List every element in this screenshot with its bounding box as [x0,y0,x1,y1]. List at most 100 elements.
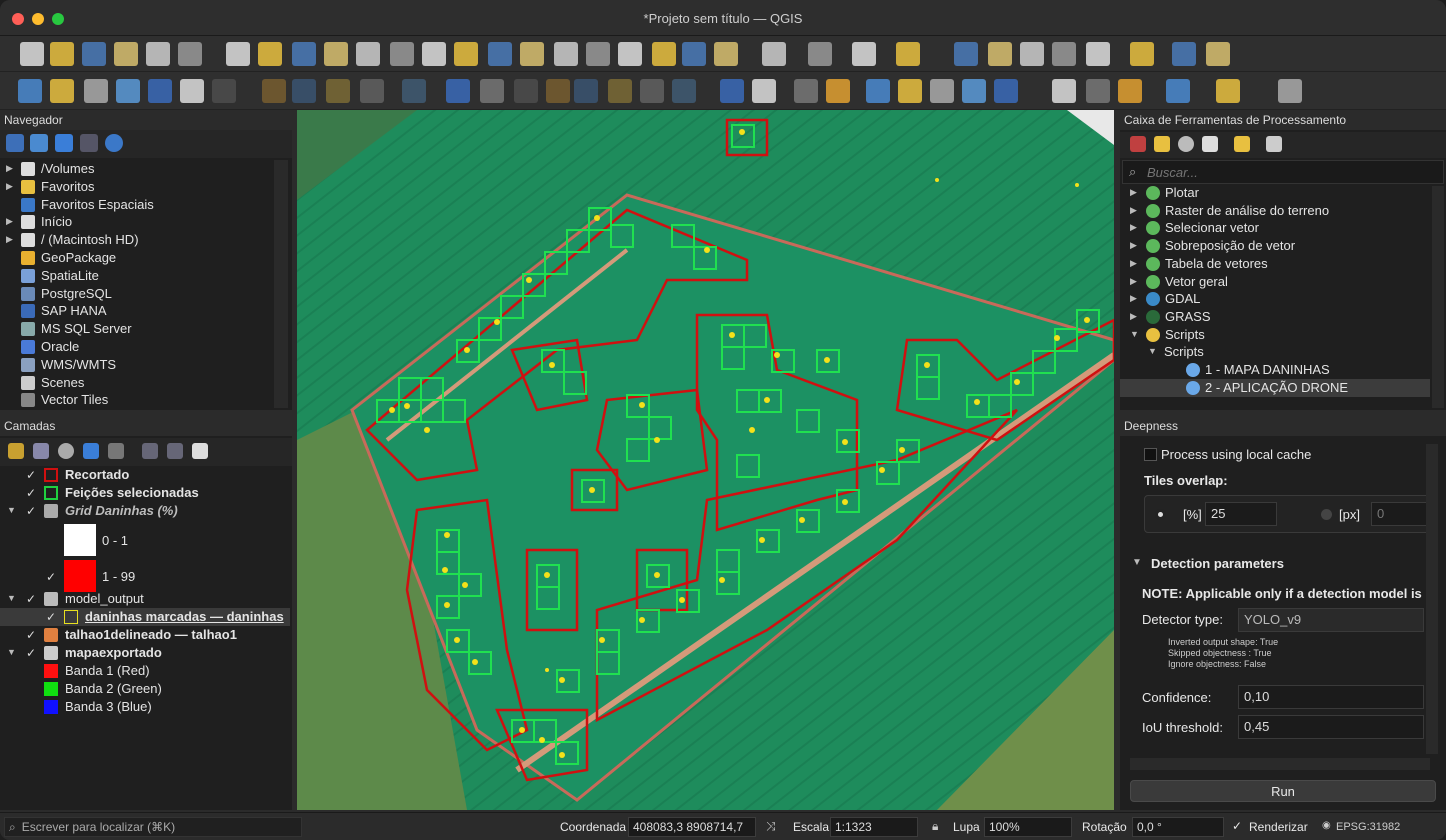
digitize-tool-22-icon[interactable] [752,79,776,103]
run-button[interactable]: Run [1130,780,1436,802]
processing-item[interactable]: ▶ GRASS [1120,308,1430,326]
processing-icon[interactable] [1020,42,1044,66]
digitize-tool-35-icon[interactable] [1278,79,1302,103]
layer-item[interactable]: ✓ Feições selecionadas [0,484,290,502]
collapse-arrow-icon[interactable]: ▼ [7,505,16,515]
layer-visibility-checkbox[interactable]: ✓ [46,570,56,584]
digitize-tool-5-icon[interactable] [148,79,172,103]
digitize-tool-21-icon[interactable] [720,79,744,103]
statistics-icon[interactable] [988,42,1012,66]
digitize-tool-3-icon[interactable] [84,79,108,103]
render-checkbox[interactable]: ✓ [1232,819,1242,833]
print-layout-icon[interactable] [146,42,170,66]
results-icon[interactable] [1202,136,1218,152]
expand-all-icon[interactable] [142,443,158,459]
visibility-icon[interactable] [58,443,74,459]
digitize-tool-13-icon[interactable] [446,79,470,103]
processing-scrollbar[interactable] [1432,186,1444,408]
layer-visibility-checkbox[interactable]: ✓ [26,468,36,482]
new-3d-view-icon[interactable] [586,42,610,66]
save-project-icon[interactable] [82,42,106,66]
confidence-input[interactable]: 0,10 [1238,685,1424,709]
processing-search-input[interactable] [1147,163,1437,181]
save-as-icon[interactable] [114,42,138,66]
processing-item[interactable]: ▶ Selecionar vetor [1120,219,1430,237]
crs-button[interactable]: EPSG:31982 [1336,821,1400,833]
px-radio[interactable] [1321,509,1332,520]
digitize-tool-6-icon[interactable] [180,79,204,103]
navigator-item[interactable]: PostgreSQL [0,285,272,303]
deselect-icon[interactable] [852,42,876,66]
expand-arrow-icon[interactable]: ▶ [6,181,13,192]
digitize-tool-24-icon[interactable] [826,79,850,103]
expand-arrow-icon[interactable]: ▼ [1130,329,1139,339]
layer-visibility-checkbox[interactable]: ✓ [26,628,36,642]
layer-item[interactable]: ✓ 1 - 99 [0,560,290,594]
refresh-icon[interactable] [714,42,738,66]
zoom-next-icon[interactable] [520,42,544,66]
digitize-tool-27-icon[interactable] [930,79,954,103]
expand-arrow-icon[interactable]: ▶ [1130,293,1137,304]
digitize-tool-15-icon[interactable] [514,79,538,103]
processing-item[interactable]: 2 - APLICAÇÃO DRONE [1120,378,1430,397]
temporal-controller-icon[interactable] [682,42,706,66]
layer-visibility-checkbox[interactable]: ✓ [26,592,36,606]
open-table-icon[interactable] [1086,42,1110,66]
scale-field[interactable]: 1:1323 [830,817,918,837]
select-location-icon[interactable] [896,42,920,66]
rotation-field[interactable]: 0,0 ° [1132,817,1224,837]
digitize-tool-31-icon[interactable] [1086,79,1110,103]
digitize-tool-7-icon[interactable] [212,79,236,103]
attribute-table-icon[interactable] [808,42,832,66]
refresh-icon[interactable] [30,134,48,152]
open-project-icon[interactable] [50,42,74,66]
navigator-item[interactable]: Scenes [0,374,272,392]
detection-params-header[interactable]: Detection parameters [1151,556,1284,571]
navigator-item[interactable]: Vector Tiles [0,391,272,409]
px-input[interactable]: 0 [1371,502,1433,526]
filter-expression-icon[interactable] [108,443,124,459]
digitize-tool-30-icon[interactable] [1052,79,1076,103]
expand-arrow-icon[interactable]: ▶ [1130,311,1137,322]
map-canvas[interactable] [297,110,1114,810]
collapse-all-layers-icon[interactable] [167,443,183,459]
digitize-tool-10-icon[interactable] [326,79,350,103]
python-icon[interactable] [1154,136,1170,152]
digitize-tool-17-icon[interactable] [574,79,598,103]
navigator-item[interactable]: ▶ / (Macintosh HD) [0,231,272,249]
digitize-tool-25-icon[interactable] [866,79,890,103]
navigator-item[interactable]: ▶ Favoritos [0,178,272,196]
digitize-tool-19-icon[interactable] [640,79,664,103]
navigator-item[interactable]: MS SQL Server [0,320,272,338]
expand-arrow-icon[interactable]: ▶ [6,234,13,245]
digitize-tool-8-icon[interactable] [262,79,286,103]
processing-item[interactable]: ▼ Scripts [1120,326,1430,344]
new-map-view-icon[interactable] [554,42,578,66]
digitize-tool-34-icon[interactable] [1216,79,1240,103]
filter-icon[interactable] [55,134,73,152]
detector-type-select[interactable]: YOLO_v9 [1238,608,1424,632]
pan-selection-icon[interactable] [258,42,282,66]
iou-input[interactable]: 0,45 [1238,715,1424,739]
style-manager-icon[interactable] [178,42,202,66]
bookmark-icon[interactable] [618,42,642,66]
expand-arrow-icon[interactable]: ▶ [1130,222,1137,233]
layer-item[interactable]: ✓ Recortado [0,466,290,484]
collapse-all-icon[interactable] [80,134,98,152]
layer-item[interactable]: Banda 2 (Green) [0,680,290,698]
collapse-chevron-icon[interactable]: ▼ [1132,557,1142,568]
digitize-tool-9-icon[interactable] [292,79,316,103]
expand-arrow-icon[interactable]: ▼ [1148,346,1157,356]
navigator-item[interactable]: Oracle [0,338,272,356]
models-icon[interactable] [1130,136,1146,152]
digitize-tool-11-icon[interactable] [360,79,384,103]
add-group-icon[interactable] [33,443,49,459]
layer-item[interactable]: 0 - 1 [0,524,290,558]
digitize-tool-29-icon[interactable] [994,79,1018,103]
layer-item[interactable]: ✓ talhao1delineado — talhao1 [0,626,290,644]
collapse-arrow-icon[interactable]: ▼ [7,593,16,603]
select-features-icon[interactable] [762,42,786,66]
layer-visibility-checkbox[interactable]: ✓ [46,610,56,624]
processing-item[interactable]: ▶ Raster de análise do terreno [1120,202,1430,220]
layer-item[interactable]: ▼ ✓ Grid Daninhas (%) [0,502,290,520]
